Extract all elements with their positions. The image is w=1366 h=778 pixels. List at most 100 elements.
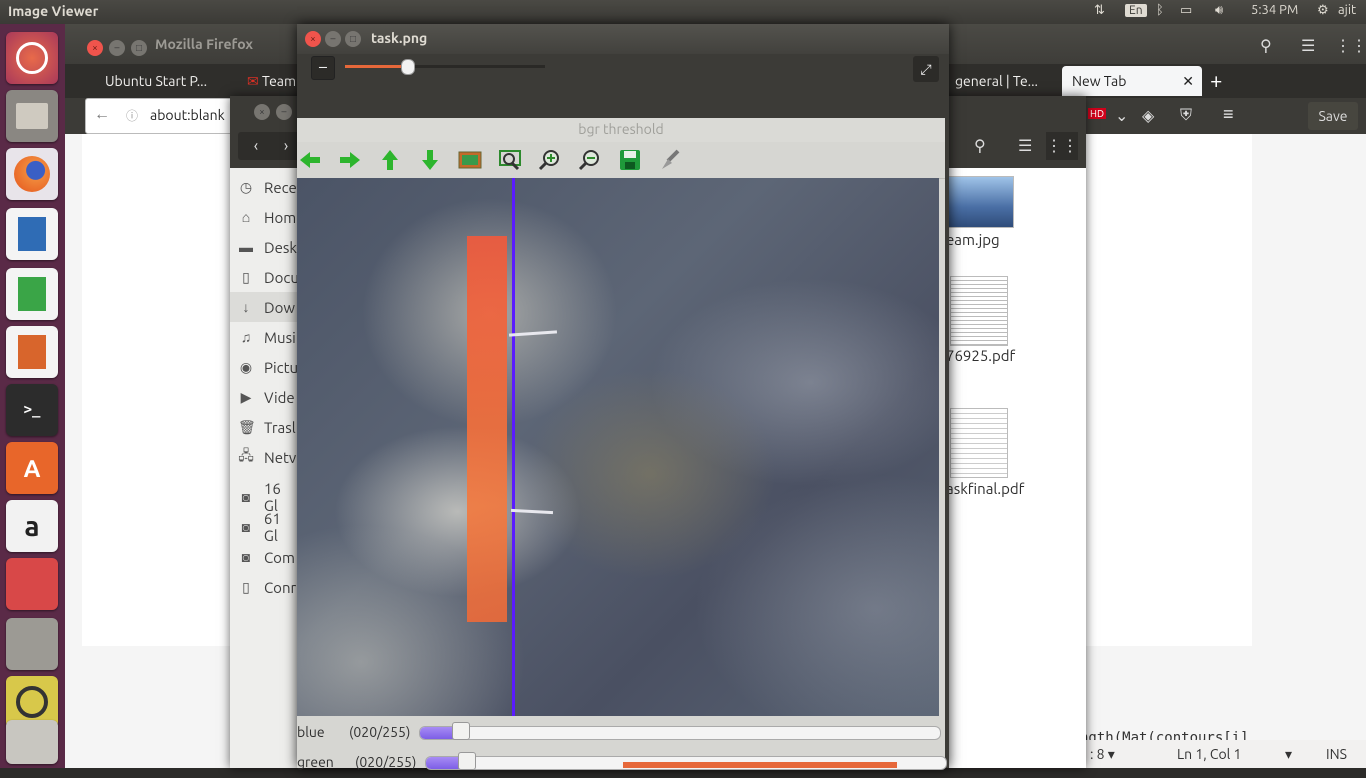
tab-ubuntu-start[interactable]: Ubuntu Start P...: [95, 66, 235, 96]
hd-badge[interactable]: HD: [1088, 108, 1107, 119]
file-name-team[interactable]: eam.jpg: [946, 231, 1000, 248]
pan-down-icon[interactable]: [417, 148, 443, 172]
terminal-icon[interactable]: >_: [6, 384, 58, 436]
trackbar-handle[interactable]: [457, 752, 476, 770]
pocket-icon[interactable]: ◈: [1142, 106, 1154, 125]
sidebar-item-downloads[interactable]: ↓ Dow: [230, 292, 298, 322]
zoom-slider[interactable]: [345, 65, 545, 68]
transfer-icon[interactable]: ⇅: [1094, 3, 1105, 18]
tab-general[interactable]: general | Te...: [945, 66, 1065, 96]
chevron-down-icon[interactable]: ⌄: [1115, 106, 1128, 125]
sidebar-item-connect-server[interactable]: ▯ Conr: [238, 574, 296, 600]
sidebar-item-network[interactable]: 🖧︎ Netv: [238, 444, 296, 470]
fullscreen-button[interactable]: ⤢: [913, 56, 939, 82]
sidebar-item-desktop[interactable]: ▬ Desk: [238, 234, 297, 260]
maximize-icon[interactable]: □: [345, 31, 361, 47]
bluetooth-icon[interactable]: ᛒ: [1156, 3, 1164, 17]
close-icon[interactable]: ×: [305, 31, 321, 47]
trash-icon[interactable]: [6, 720, 58, 764]
trackbar-track[interactable]: [419, 726, 941, 740]
volume-icon[interactable]: 🔊︎: [1215, 3, 1223, 18]
sidebar-item-documents[interactable]: ▯ Docu: [238, 264, 299, 290]
zoom-original-icon[interactable]: [497, 148, 523, 172]
file-thumbnail-team[interactable]: [948, 176, 1014, 228]
impress-icon[interactable]: [6, 326, 58, 378]
search-icon[interactable]: ⚲: [1260, 36, 1272, 55]
sidebar-item-pictures[interactable]: ◉ Pictu: [238, 354, 298, 380]
battery-icon[interactable]: ▭: [1180, 3, 1192, 18]
save-button[interactable]: Save: [1308, 102, 1358, 130]
sidebar-item-trash[interactable]: 🗑︎ Trasl: [238, 414, 296, 440]
close-icon[interactable]: ×: [87, 40, 103, 56]
dash-home-icon[interactable]: [6, 32, 58, 84]
zoom-slider-handle[interactable]: [401, 59, 415, 75]
url-text[interactable]: about:blank: [150, 107, 225, 123]
firefox-icon[interactable]: [6, 148, 58, 200]
drive-icon: ◙: [241, 549, 251, 565]
gear-icon[interactable]: ⚙: [1317, 3, 1329, 18]
zoom-in-icon[interactable]: [537, 148, 563, 172]
user-name[interactable]: ajit: [1338, 3, 1356, 17]
software-center-icon[interactable]: A: [6, 442, 58, 494]
list-view-icon[interactable]: ☰: [1018, 136, 1032, 155]
chevron-down-icon[interactable]: ▾: [1285, 746, 1292, 763]
file-name-pdf-1[interactable]: 76925.pdf: [946, 347, 1015, 364]
close-tab-icon[interactable]: ✕: [1182, 66, 1194, 96]
grid-view-icon[interactable]: ⋮⋮: [1046, 132, 1078, 160]
stacked-apps-icon[interactable]: [6, 558, 58, 610]
new-tab-plus-icon[interactable]: +: [1210, 68, 1222, 93]
clock[interactable]: 5:34 PM: [1251, 3, 1298, 17]
sidebar-item-recent[interactable]: ◷ Rece: [238, 174, 297, 200]
calc-icon[interactable]: [6, 268, 58, 320]
video-icon: ▶: [240, 388, 252, 405]
amazon-icon[interactable]: a: [6, 500, 58, 552]
tab-width-selector[interactable]: : 8 ▾: [1090, 746, 1115, 763]
list-view-icon[interactable]: ☰: [1301, 36, 1315, 55]
keyboard-layout-indicator[interactable]: En: [1125, 3, 1147, 17]
trash-icon: 🗑︎: [238, 418, 256, 435]
maximize-icon[interactable]: □: [131, 40, 147, 56]
zoom-fit-icon[interactable]: [457, 148, 483, 172]
file-name-taskfinal[interactable]: askfinal.pdf: [946, 480, 1024, 497]
back-button[interactable]: ‹: [238, 132, 274, 160]
trackbar-blue: blue (020/255): [297, 718, 945, 748]
save-icon[interactable]: [617, 148, 643, 172]
trackbar-label: blue: [297, 724, 325, 740]
ublock-icon[interactable]: ⛨: [1180, 106, 1192, 125]
gmail-icon: ✉: [247, 73, 259, 89]
white-marker: [510, 508, 554, 515]
writer-icon[interactable]: [6, 208, 58, 260]
pan-right-icon[interactable]: [337, 148, 363, 172]
forward-button[interactable]: ›: [274, 132, 298, 160]
threshold-image[interactable]: [297, 178, 939, 716]
pan-up-icon[interactable]: [377, 148, 403, 172]
hamburger-menu-icon[interactable]: ≡: [1223, 104, 1234, 125]
sidebar-item-computer[interactable]: ◙ Com: [238, 544, 295, 570]
zoom-out-button[interactable]: –: [311, 56, 335, 80]
minimize-icon[interactable]: –: [109, 40, 125, 56]
grid-view-icon[interactable]: ⋮⋮: [1335, 36, 1366, 55]
search-icon[interactable]: ⚲: [974, 136, 986, 155]
tab-new-tab[interactable]: New Tab ✕: [1062, 66, 1202, 96]
sidebar-item-videos[interactable]: ▶ Vide: [238, 384, 295, 410]
files-icon[interactable]: [6, 90, 58, 142]
sidebar-item-music[interactable]: ♫ Musi: [238, 324, 296, 350]
image-viewer-window: × – □ task.png – ⤢ bgr threshold blue (0…: [297, 24, 949, 770]
close-icon[interactable]: ×: [254, 104, 270, 120]
minimize-icon[interactable]: –: [325, 31, 341, 47]
file-thumbnail-pdf-1[interactable]: [950, 276, 1008, 346]
storage-icon[interactable]: [6, 618, 58, 670]
sidebar-item-volume-61gb[interactable]: ◙ 61 Gl: [238, 510, 298, 544]
url-bar[interactable]: ← ⓘ about:blank: [85, 98, 247, 134]
file-thumbnail-taskfinal[interactable]: [950, 408, 1008, 478]
pan-left-icon[interactable]: [297, 148, 323, 172]
zoom-out-icon[interactable]: [577, 148, 603, 172]
info-icon[interactable]: ⓘ: [126, 107, 138, 124]
sidebar-item-home[interactable]: ⌂ Hom: [238, 204, 296, 230]
sidebar-item-volume-16gb[interactable]: ◙ 16 Gl: [238, 480, 298, 514]
properties-brush-icon[interactable]: [657, 148, 683, 172]
trackbar-handle[interactable]: [451, 722, 470, 740]
minimize-icon[interactable]: –: [276, 104, 292, 120]
top-panel: Image Viewer ⇅ En ᛒ ▭ 🔊︎ 5:34 PM ⚙ ajit: [0, 0, 1366, 24]
back-arrow-icon[interactable]: ←: [94, 105, 110, 124]
